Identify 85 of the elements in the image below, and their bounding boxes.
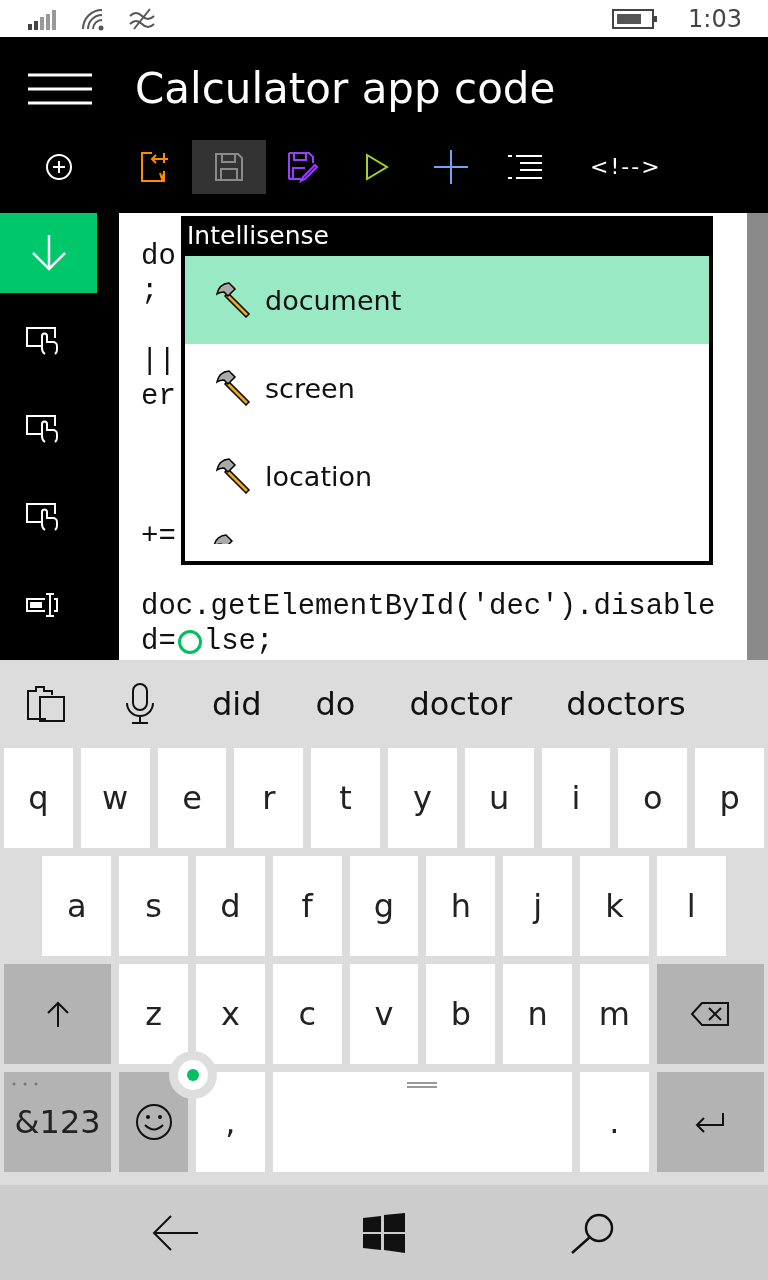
code-line: do: [141, 239, 176, 274]
emoji-key[interactable]: [119, 1072, 188, 1172]
letter-key[interactable]: v: [349, 964, 419, 1064]
hammer-icon: [213, 280, 253, 320]
hammer-icon: [213, 534, 233, 544]
code-line: doc.getElementById('dec').disable: [141, 589, 716, 624]
selection-handle[interactable]: [169, 1051, 217, 1099]
play-icon: [365, 153, 389, 181]
backspace-icon: [690, 1001, 731, 1027]
code-line: er: [141, 379, 176, 414]
code-line: +=: [141, 519, 176, 554]
letter-key[interactable]: r: [234, 748, 304, 848]
suggestion-item[interactable]: screen: [185, 344, 709, 432]
letter-key[interactable]: q: [4, 748, 73, 848]
export-icon: [140, 151, 170, 183]
smiley-icon: [134, 1103, 173, 1141]
grip-icon: [407, 1082, 438, 1088]
letter-key[interactable]: l: [656, 856, 726, 956]
windows-icon[interactable]: [363, 1212, 405, 1253]
clock-time: 1:03: [688, 4, 742, 33]
letter-key[interactable]: a: [42, 856, 112, 956]
letter-key[interactable]: f: [272, 856, 342, 956]
save-icon: [214, 152, 244, 182]
menu-button[interactable]: [28, 72, 92, 105]
punctuation-key[interactable]: ,: [196, 1072, 265, 1172]
symbols-key[interactable]: &123: [4, 1072, 112, 1172]
letter-key[interactable]: o: [618, 748, 688, 848]
comment-button[interactable]: <!-->: [584, 140, 668, 194]
letter-key[interactable]: t: [311, 748, 380, 848]
code-editor[interactable]: Intellisense document screen location do ; || er += doc.getElementById('dec').disable d= lse;: [119, 213, 747, 660]
wifi-icon: [80, 6, 106, 31]
punctuation-key[interactable]: .: [580, 1072, 649, 1172]
letter-key[interactable]: x: [196, 964, 265, 1064]
hammer-icon: [213, 368, 253, 408]
code-line: d=: [141, 624, 176, 659]
plus-icon: [434, 150, 468, 184]
touch-icon: [25, 414, 59, 444]
letter-key[interactable]: y: [388, 748, 457, 848]
touch-icon: [25, 502, 59, 532]
letter-key[interactable]: m: [580, 964, 649, 1064]
microphone-icon: [124, 683, 156, 725]
word-suggestion[interactable]: did: [212, 685, 262, 723]
clipboard-button[interactable]: [26, 685, 66, 723]
word-suggestion[interactable]: doctors: [566, 685, 686, 723]
hammer-icon: [213, 456, 253, 496]
letter-key[interactable]: b: [426, 964, 496, 1064]
letter-key[interactable]: p: [695, 748, 764, 848]
letter-key[interactable]: k: [580, 856, 649, 956]
suggestion-item[interactable]: location: [185, 432, 709, 520]
page-title: Calculator app code: [135, 64, 556, 113]
back-icon[interactable]: [152, 1214, 199, 1251]
microphone-button[interactable]: [124, 683, 156, 725]
code-line: ;: [141, 274, 159, 309]
letter-key[interactable]: h: [426, 856, 496, 956]
letter-key[interactable]: g: [349, 856, 419, 956]
letter-key[interactable]: z: [119, 964, 188, 1064]
word-suggestion[interactable]: doctor: [409, 685, 513, 723]
letter-key[interactable]: s: [119, 856, 188, 956]
backspace-key[interactable]: [656, 964, 764, 1064]
code-line: ||: [141, 344, 176, 379]
code-line: lse;: [203, 624, 274, 659]
search-icon[interactable]: [569, 1211, 616, 1254]
letter-key[interactable]: w: [80, 748, 150, 848]
textbox-icon: [25, 592, 59, 618]
letter-key[interactable]: d: [196, 856, 265, 956]
clipboard-icon: [26, 685, 66, 723]
touch-icon: [25, 326, 59, 356]
letter-key[interactable]: e: [157, 748, 227, 848]
scrollbar[interactable]: [747, 213, 768, 660]
word-suggestion[interactable]: do: [315, 685, 356, 723]
battery-icon: [612, 8, 659, 29]
enter-icon: [695, 1111, 726, 1133]
popup-title: Intellisense: [185, 220, 709, 256]
letter-key[interactable]: n: [503, 964, 572, 1064]
indent-icon: [508, 154, 542, 180]
letter-key[interactable]: c: [272, 964, 342, 1064]
letter-key[interactable]: i: [541, 748, 611, 848]
signal-icon: [28, 9, 58, 30]
save-button[interactable]: [192, 140, 266, 194]
letter-key[interactable]: u: [464, 748, 534, 848]
letter-key[interactable]: j: [503, 856, 572, 956]
add-circle-icon[interactable]: [45, 153, 73, 181]
network-icon: [128, 7, 158, 30]
save-as-icon: [287, 151, 319, 183]
suggestion-item[interactable]: document: [185, 256, 709, 344]
